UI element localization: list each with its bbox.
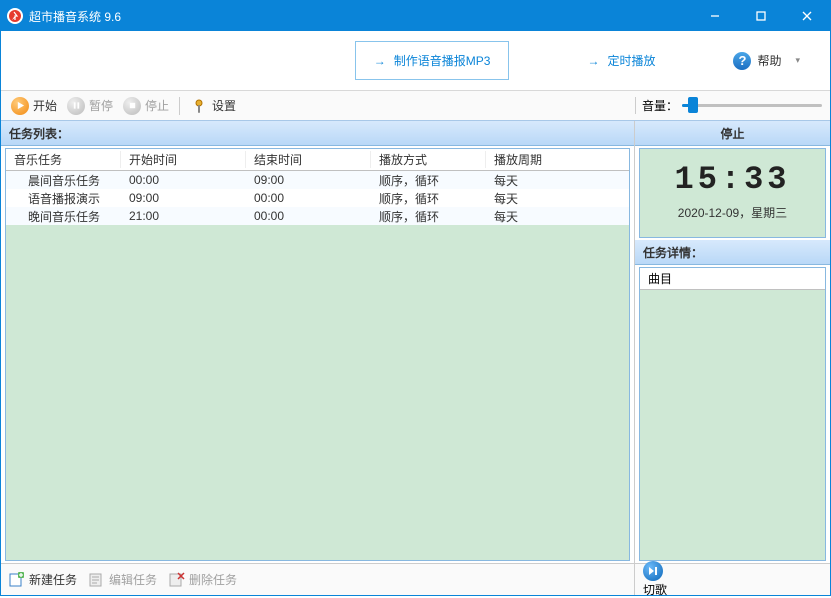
delete-icon [169, 572, 185, 588]
skip-label: 切歌 [643, 583, 667, 597]
column-header[interactable]: 播放方式 [371, 151, 486, 168]
clock-time: 15:33 [640, 161, 825, 198]
volume-slider[interactable] [682, 104, 822, 107]
settings-button[interactable]: 设置 [186, 95, 240, 117]
right-column: 停止 15:33 2020-12-09，星期三 任务详情： 曲目 切歌 [635, 121, 830, 595]
cell-start: 00:00 [121, 173, 246, 187]
help-label: 帮助 [757, 52, 781, 69]
stop-icon [123, 97, 141, 115]
detail-panel: 曲目 [639, 267, 826, 561]
help-button[interactable]: ? 帮助 ▾ [733, 52, 800, 70]
pause-icon [67, 97, 85, 115]
separator [179, 97, 180, 115]
titlebar: 超市播音系统 9.6 [1, 1, 830, 31]
volume-thumb[interactable] [688, 97, 698, 113]
edit-icon [89, 572, 105, 588]
table-row[interactable]: 晨间音乐任务 00:00 09:00 顺序，循环 每天 [6, 171, 629, 189]
make-mp3-label: 制作语音播报MP3 [394, 52, 491, 69]
app-icon [7, 8, 23, 24]
status-header: 停止 [635, 121, 830, 146]
column-header[interactable]: 开始时间 [121, 151, 246, 168]
new-task-button[interactable]: 新建任务 [9, 571, 77, 588]
minimize-button[interactable] [692, 1, 738, 31]
cell-mode: 顺序，循环 [371, 172, 486, 189]
cell-cycle: 每天 [486, 208, 629, 225]
start-button[interactable]: 开始 [7, 95, 61, 117]
cell-start: 21:00 [121, 209, 246, 223]
top-toolbar: → 制作语音播报MP3 → 定时播放 ? 帮助 ▾ [1, 31, 830, 91]
cell-start: 09:00 [121, 191, 246, 205]
gear-icon [190, 97, 208, 115]
help-icon: ? [733, 52, 751, 70]
skip-icon [643, 561, 663, 581]
column-header[interactable]: 音乐任务 [6, 151, 121, 168]
pause-label: 暂停 [89, 97, 113, 114]
control-toolbar: 开始 暂停 停止 设置 音量： [1, 91, 830, 121]
task-action-bar: 新建任务 编辑任务 删除任务 [1, 563, 634, 595]
delete-task-label: 删除任务 [189, 571, 237, 588]
cell-name: 晚间音乐任务 [6, 208, 121, 225]
edit-task-label: 编辑任务 [109, 571, 157, 588]
status-panel: 15:33 2020-12-09，星期三 [639, 148, 826, 238]
new-icon [9, 572, 25, 588]
cell-cycle: 每天 [486, 190, 629, 207]
window-title: 超市播音系统 9.6 [29, 8, 692, 25]
cell-end: 00:00 [246, 209, 371, 223]
stop-label: 停止 [145, 97, 169, 114]
new-task-label: 新建任务 [29, 571, 77, 588]
main-area: 任务列表： 音乐任务 开始时间 结束时间 播放方式 播放周期 晨间音乐任务 00… [1, 121, 830, 595]
pause-button[interactable]: 暂停 [63, 95, 117, 117]
edit-task-button[interactable]: 编辑任务 [89, 571, 157, 588]
start-label: 开始 [33, 97, 57, 114]
column-header[interactable]: 结束时间 [246, 151, 371, 168]
skip-button[interactable]: 切歌 [643, 561, 667, 598]
track-column-header[interactable]: 曲目 [640, 268, 825, 290]
make-mp3-button[interactable]: → 制作语音播报MP3 [355, 41, 510, 80]
table-row[interactable]: 晚间音乐任务 21:00 00:00 顺序，循环 每天 [6, 207, 629, 225]
cell-cycle: 每天 [486, 172, 629, 189]
schedule-button[interactable]: → 定时播放 [569, 42, 673, 79]
table-header-row: 音乐任务 开始时间 结束时间 播放方式 播放周期 [6, 149, 629, 171]
clock-date: 2020-12-09，星期三 [640, 204, 825, 221]
table-row[interactable]: 语音播报演示 09:00 00:00 顺序，循环 每天 [6, 189, 629, 207]
arrow-right-icon: → [587, 54, 599, 68]
cell-name: 语音播报演示 [6, 190, 121, 207]
schedule-label: 定时播放 [607, 52, 655, 69]
delete-task-button[interactable]: 删除任务 [169, 571, 237, 588]
left-column: 任务列表： 音乐任务 开始时间 结束时间 播放方式 播放周期 晨间音乐任务 00… [1, 121, 635, 595]
settings-label: 设置 [212, 97, 236, 114]
cell-mode: 顺序，循环 [371, 190, 486, 207]
task-table: 音乐任务 开始时间 结束时间 播放方式 播放周期 晨间音乐任务 00:00 09… [5, 148, 630, 561]
chevron-down-icon: ▾ [795, 55, 800, 66]
close-button[interactable] [784, 1, 830, 31]
cell-mode: 顺序，循环 [371, 208, 486, 225]
cell-end: 00:00 [246, 191, 371, 205]
column-header[interactable]: 播放周期 [486, 151, 629, 168]
arrow-right-icon: → [374, 54, 386, 68]
detail-header: 任务详情： [635, 240, 830, 265]
cell-end: 09:00 [246, 173, 371, 187]
table-body: 晨间音乐任务 00:00 09:00 顺序，循环 每天 语音播报演示 09:00… [6, 171, 629, 560]
play-icon [11, 97, 29, 115]
cell-name: 晨间音乐任务 [6, 172, 121, 189]
maximize-button[interactable] [738, 1, 784, 31]
skip-bar: 切歌 [635, 563, 830, 595]
stop-button[interactable]: 停止 [119, 95, 173, 117]
tasklist-header: 任务列表： [1, 121, 634, 146]
volume-label: 音量： [642, 97, 678, 114]
